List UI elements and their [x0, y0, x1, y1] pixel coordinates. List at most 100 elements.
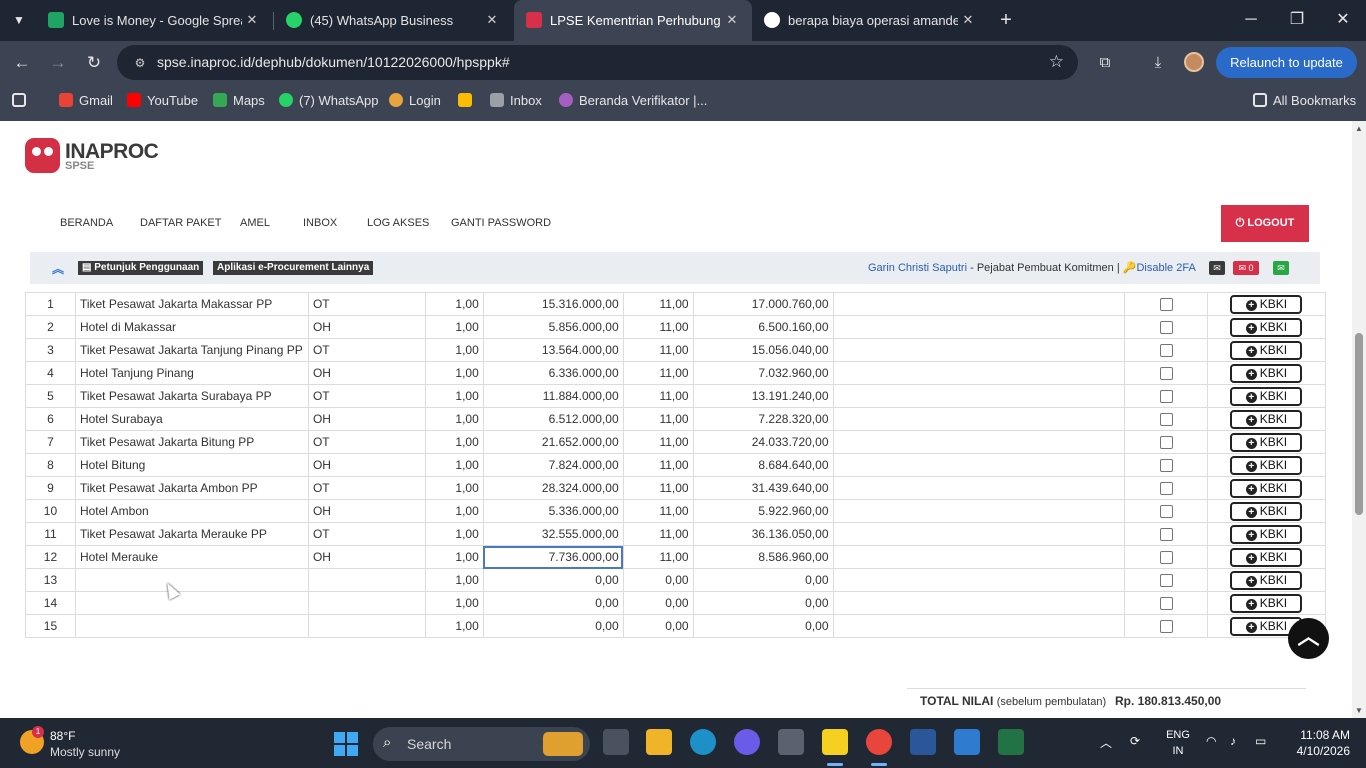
tab-lpse[interactable]: LPSE Kementrian Perhubungan ✕: [514, 0, 752, 41]
mail-count-badge[interactable]: ✉ 0: [1233, 261, 1259, 275]
scroll-up-arrow[interactable]: ▲: [1354, 124, 1364, 134]
row-checkbox[interactable]: [1159, 390, 1173, 404]
excel-icon[interactable]: [998, 729, 1024, 755]
item-volume[interactable]: 1,00: [424, 614, 484, 638]
kbki-button[interactable]: + KBKI: [1230, 317, 1303, 337]
kbki-button[interactable]: + KBKI: [1230, 478, 1303, 498]
item-volume[interactable]: 1,00: [424, 338, 484, 362]
bookmark-login[interactable]: Login: [389, 93, 441, 111]
bookmark-whatsapp[interactable]: (7) WhatsApp: [279, 93, 378, 111]
item-name[interactable]: Tiket Pesawat Jakarta Surabaya PP: [74, 384, 309, 408]
item-tax[interactable]: 11,00: [622, 361, 694, 385]
item-unit[interactable]: OH: [307, 453, 426, 477]
row-checkbox[interactable]: [1159, 551, 1173, 565]
item-price[interactable]: 11.884.000,00: [482, 384, 624, 408]
download-icon[interactable]: ⤓: [1146, 51, 1170, 75]
item-tax[interactable]: 11,00: [622, 476, 694, 500]
apps-icon[interactable]: [12, 93, 32, 111]
item-price[interactable]: 0,00: [482, 591, 624, 615]
extensions-icon[interactable]: ⧉: [1093, 51, 1117, 75]
tab-google-search[interactable]: berapa biaya operasi amandel - Google Se…: [752, 0, 988, 41]
item-unit[interactable]: [307, 591, 426, 615]
language-indicator[interactable]: ENG IN: [1164, 727, 1192, 759]
relaunch-button[interactable]: Relaunch to update: [1216, 47, 1357, 78]
copilot-icon[interactable]: [734, 729, 760, 755]
item-unit[interactable]: OT: [307, 430, 426, 454]
item-unit[interactable]: [307, 614, 426, 638]
item-volume[interactable]: 1,00: [424, 545, 484, 569]
item-tax[interactable]: 0,00: [622, 568, 694, 592]
profile-avatar[interactable]: [1184, 52, 1204, 72]
close-icon[interactable]: ✕: [722, 10, 742, 30]
item-tax[interactable]: 11,00: [622, 453, 694, 477]
menu-amel[interactable]: AMEL: [240, 217, 270, 229]
row-checkbox[interactable]: [1159, 459, 1173, 473]
tab-whatsapp[interactable]: (45) WhatsApp Business ✕: [274, 0, 512, 41]
bookmark-pinwheel[interactable]: [458, 93, 478, 111]
item-volume[interactable]: 1,00: [424, 476, 484, 500]
inaproc-logo-icon[interactable]: [25, 138, 60, 173]
volume-icon[interactable]: ♪: [1230, 734, 1236, 748]
item-tax[interactable]: 11,00: [622, 545, 694, 569]
item-price[interactable]: 21.652.000,00: [482, 430, 624, 454]
item-volume[interactable]: 1,00: [424, 453, 484, 477]
bookmark-gmail[interactable]: Gmail: [59, 93, 113, 111]
item-price[interactable]: 15.316.000,00: [482, 292, 624, 316]
close-icon[interactable]: ✕: [958, 10, 978, 30]
row-checkbox[interactable]: [1159, 436, 1173, 450]
sync-icon[interactable]: ⟳: [1130, 734, 1140, 748]
kbki-button[interactable]: + KBKI: [1230, 570, 1303, 590]
item-name[interactable]: Tiket Pesawat Jakarta Makassar PP: [74, 292, 309, 316]
item-name[interactable]: [74, 568, 309, 592]
chrome-icon[interactable]: [866, 729, 892, 755]
item-tax[interactable]: 11,00: [622, 430, 694, 454]
item-price[interactable]: 5.856.000,00: [482, 315, 624, 339]
site-info-icon[interactable]: ⚙: [131, 54, 149, 72]
kbki-button[interactable]: + KBKI: [1230, 524, 1303, 544]
item-volume[interactable]: 1,00: [424, 499, 484, 523]
kbki-button[interactable]: + KBKI: [1230, 432, 1303, 452]
item-name[interactable]: Hotel Surabaya: [74, 407, 309, 431]
edge-icon[interactable]: [690, 729, 716, 755]
task-view-icon[interactable]: [603, 729, 629, 755]
menu-daftar-paket[interactable]: DAFTAR PAKET: [140, 217, 222, 229]
row-checkbox[interactable]: [1159, 321, 1173, 335]
item-price[interactable]: 28.324.000,00: [482, 476, 624, 500]
item-unit[interactable]: OT: [307, 476, 426, 500]
kbki-button[interactable]: + KBKI: [1230, 386, 1303, 406]
item-tax[interactable]: 11,00: [622, 384, 694, 408]
item-volume[interactable]: 1,00: [424, 384, 484, 408]
item-unit[interactable]: OH: [307, 499, 426, 523]
petunjuk-button[interactable]: ▤ Petunjuk Penggunaan: [78, 261, 204, 275]
item-name[interactable]: Tiket Pesawat Jakarta Tanjung Pinang PP: [74, 338, 309, 362]
item-name[interactable]: Hotel Bitung: [74, 453, 309, 477]
item-name[interactable]: Tiket Pesawat Jakarta Merauke PP: [74, 522, 309, 546]
windows-start-icon[interactable]: [334, 732, 358, 756]
row-checkbox[interactable]: [1159, 528, 1173, 542]
item-tax[interactable]: 11,00: [622, 338, 694, 362]
tab-search-button[interactable]: ▼: [6, 8, 32, 32]
back-icon[interactable]: ←: [9, 50, 35, 76]
menu-ganti-password[interactable]: GANTI PASSWORD: [451, 217, 551, 229]
item-volume[interactable]: 1,00: [424, 568, 484, 592]
forward-icon[interactable]: →: [45, 50, 71, 76]
scroll-down-arrow[interactable]: ▼: [1354, 706, 1364, 716]
inbox-open-icon[interactable]: ✉: [1273, 261, 1289, 275]
row-checkbox[interactable]: [1159, 298, 1173, 312]
item-name[interactable]: Tiket Pesawat Jakarta Ambon PP: [74, 476, 309, 500]
item-price[interactable]: 13.564.000,00: [482, 338, 624, 362]
scroll-to-top-button[interactable]: ︿: [1288, 618, 1329, 659]
item-volume[interactable]: 1,00: [424, 315, 484, 339]
item-unit[interactable]: OT: [307, 338, 426, 362]
item-price[interactable]: 0,00: [482, 614, 624, 638]
chevron-up-icon[interactable]: ︽: [52, 260, 64, 277]
menu-log-akses[interactable]: LOG AKSES: [367, 217, 429, 229]
item-tax[interactable]: 11,00: [622, 407, 694, 431]
item-price[interactable]: 32.555.000,00: [482, 522, 624, 546]
item-unit[interactable]: OH: [307, 407, 426, 431]
close-icon[interactable]: ✕: [242, 10, 262, 30]
bookmark-star-icon[interactable]: ☆: [1049, 52, 1064, 72]
camera-icon[interactable]: [778, 729, 804, 755]
item-unit[interactable]: OT: [307, 522, 426, 546]
item-price[interactable]: 7.736.000,00: [482, 545, 624, 569]
